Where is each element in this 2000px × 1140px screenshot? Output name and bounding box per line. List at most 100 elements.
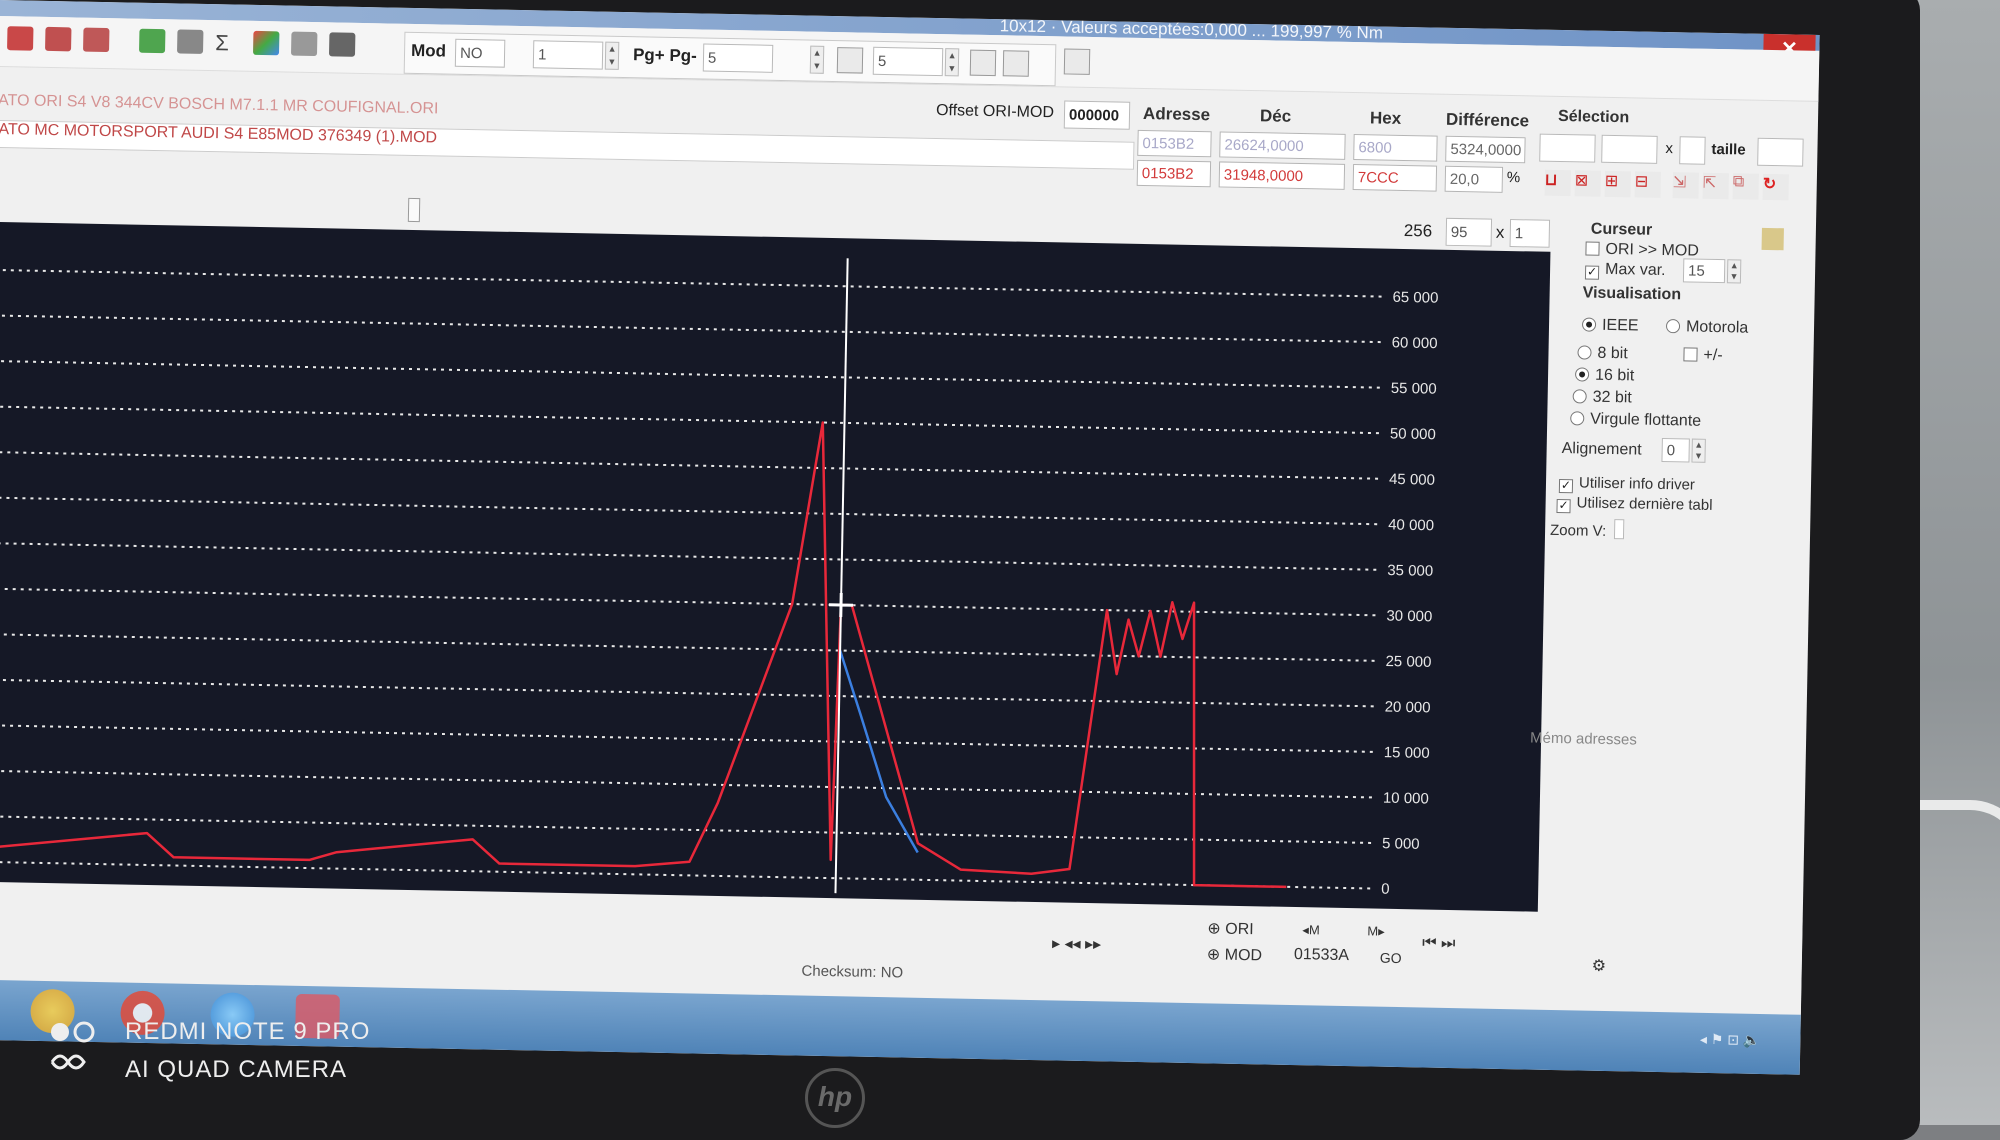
header-dec: Déc xyxy=(1259,106,1292,126)
mod-nav-label[interactable]: ⊕ MOD xyxy=(1207,944,1263,965)
motorola-radio[interactable]: Motorola xyxy=(1665,318,1748,338)
ori-nav-label[interactable]: ⊕ ORI xyxy=(1207,918,1254,939)
bit16-radio[interactable]: 16 bit xyxy=(1574,366,1635,385)
crosshair-icon xyxy=(828,592,854,618)
cursor-title: Curseur xyxy=(1590,220,1653,239)
use-last-check-icon[interactable]: ✓ xyxy=(1556,498,1571,514)
ori-mod-checkbox[interactable]: ORI >> MOD xyxy=(1585,240,1699,260)
splitter-handle[interactable] xyxy=(407,197,421,223)
ori-dec: 26624,0000 xyxy=(1219,131,1346,160)
copy-icon[interactable]: ⧉ xyxy=(1732,173,1759,200)
bit16-label: 16 bit xyxy=(1594,366,1635,385)
settings-icon[interactable]: ⚙ xyxy=(1592,956,1607,976)
next-marker-icon[interactable]: M▸ xyxy=(1367,923,1385,939)
gridline xyxy=(0,405,1382,435)
bracket-x-icon[interactable]: ⊠ xyxy=(1574,170,1602,197)
ieee-radio[interactable]: IEEE xyxy=(1581,316,1639,335)
address-field[interactable]: 01533A xyxy=(1294,946,1349,965)
compare-icon[interactable] xyxy=(45,26,72,52)
zoom-v-slider[interactable] xyxy=(1613,519,1625,540)
gridline xyxy=(0,451,1382,480)
binoculars-icon[interactable] xyxy=(328,32,356,57)
visualisation-title: Visualisation xyxy=(1582,284,1682,304)
grid-icon[interactable] xyxy=(290,31,318,57)
cols-spinner[interactable]: ▲ ▼ xyxy=(944,48,960,77)
chart-mult-field[interactable]: 1 xyxy=(1509,219,1551,248)
chart-area[interactable]: 65 000 60 000 55 000 50 000 45 000 40 000 35 0… xyxy=(0,221,1551,912)
float-radio-icon[interactable] xyxy=(1570,411,1585,426)
y-tick-label: 60 000 xyxy=(1392,334,1438,352)
go-button[interactable]: GO xyxy=(1380,950,1402,966)
bracket-icon[interactable]: ⊔ xyxy=(1544,169,1572,197)
alignement-spinner[interactable]: ▲ ▼ xyxy=(1691,438,1706,463)
y-tick-label: 40 000 xyxy=(1388,516,1434,534)
max-var-spinner[interactable]: ▲ ▼ xyxy=(1726,259,1742,284)
bit8-radio-icon[interactable] xyxy=(1577,345,1592,360)
hand-icon[interactable] xyxy=(177,29,204,54)
ieee-radio-icon[interactable] xyxy=(1581,317,1597,332)
pg-spinner[interactable]: ▲ ▼ xyxy=(809,45,825,74)
view-a-icon[interactable] xyxy=(969,49,997,77)
columns-icon[interactable] xyxy=(836,47,864,74)
mod-field[interactable]: NO xyxy=(454,38,506,68)
play-icon[interactable]: ▸ ◂◂ ▸▸ xyxy=(1052,933,1101,954)
watermark-line1: REDMI NOTE 9 PRO xyxy=(125,1018,371,1045)
zoom-v-label: Zoom V: xyxy=(1549,521,1607,540)
plusminus-check-icon[interactable] xyxy=(1683,347,1698,362)
view-c-icon[interactable] xyxy=(1063,48,1091,75)
ori-hex: 6800 xyxy=(1353,134,1438,162)
bracket-e-icon[interactable]: ⊟ xyxy=(1634,171,1662,198)
gridline xyxy=(0,360,1383,389)
bit32-label: 32 bit xyxy=(1592,388,1632,407)
float-radio[interactable]: Virgule flottante xyxy=(1570,410,1701,431)
step-field[interactable]: 1 xyxy=(532,40,604,70)
selection-end-field[interactable] xyxy=(1601,134,1658,164)
view-b-icon[interactable] xyxy=(1002,50,1030,77)
bit16-radio-icon[interactable] xyxy=(1574,367,1590,382)
color-icon[interactable] xyxy=(252,30,280,56)
motorola-radio-icon[interactable] xyxy=(1665,319,1681,334)
calc-icon[interactable] xyxy=(139,28,166,54)
table-icon[interactable] xyxy=(83,27,110,53)
taille-field[interactable] xyxy=(1757,137,1804,167)
line-chart[interactable]: 65 000 60 000 55 000 50 000 45 000 40 000 35 0… xyxy=(0,222,1550,912)
alignement-field[interactable]: 0 xyxy=(1661,437,1690,463)
pg-field[interactable]: 5 xyxy=(702,43,774,73)
check-icon[interactable] xyxy=(7,26,34,51)
y-tick-label: 35 000 xyxy=(1387,562,1433,580)
step-spinner[interactable]: ▲ ▼ xyxy=(604,41,620,70)
cols-field[interactable]: 5 xyxy=(872,46,944,77)
max-var-check-icon[interactable]: ✓ xyxy=(1584,265,1600,280)
ieee-label: IEEE xyxy=(1601,316,1639,335)
plusminus-checkbox[interactable]: +/- xyxy=(1683,346,1723,365)
y-tick-label: 30 000 xyxy=(1386,608,1432,626)
mod-hex: 7CCC xyxy=(1352,164,1438,192)
lock-icon[interactable] xyxy=(1761,227,1784,251)
right-panel: Curseur ORI >> MOD ✓ Max var. 15 ▲ ▼ Visua… xyxy=(1530,220,1806,925)
max-var-checkbox[interactable]: ✓ Max var. xyxy=(1584,260,1666,281)
import-icon[interactable]: ⇱ xyxy=(1702,172,1729,200)
use-driver-checkbox[interactable]: ✓ Utiliser info driver xyxy=(1558,474,1695,496)
prev-marker-icon[interactable]: ◂M xyxy=(1302,922,1320,938)
bracket-h-icon[interactable]: ⊞ xyxy=(1604,170,1632,198)
ori-mod-check-icon[interactable] xyxy=(1585,241,1600,256)
max-var-field[interactable]: 15 xyxy=(1682,258,1726,284)
cursor-line[interactable] xyxy=(834,258,849,894)
selection-mult-field[interactable] xyxy=(1679,136,1706,165)
watermark-line2: AI QUAD CAMERA xyxy=(125,1056,348,1083)
use-last-checkbox[interactable]: ✓ Utilisez dernière tabl xyxy=(1556,494,1713,516)
chart-height-field[interactable]: 95 xyxy=(1445,217,1493,247)
y-tick-label: 5 000 xyxy=(1382,835,1420,853)
sum-icon[interactable]: Σ xyxy=(215,30,241,55)
use-driver-check-icon[interactable]: ✓ xyxy=(1558,478,1574,494)
offset-field[interactable]: 000000 xyxy=(1063,100,1131,130)
bit32-radio-icon[interactable] xyxy=(1572,389,1587,404)
export-icon[interactable]: ⇲ xyxy=(1672,172,1699,199)
gridline xyxy=(0,633,1378,662)
bit8-radio[interactable]: 8 bit xyxy=(1577,344,1628,363)
refresh-icon[interactable]: ↻ xyxy=(1762,173,1789,201)
skip-icons[interactable]: ⏮ ⏭ xyxy=(1422,934,1456,953)
y-tick-label: 10 000 xyxy=(1383,790,1429,808)
selection-start-field[interactable] xyxy=(1539,133,1596,163)
bit32-radio[interactable]: 32 bit xyxy=(1572,388,1632,407)
